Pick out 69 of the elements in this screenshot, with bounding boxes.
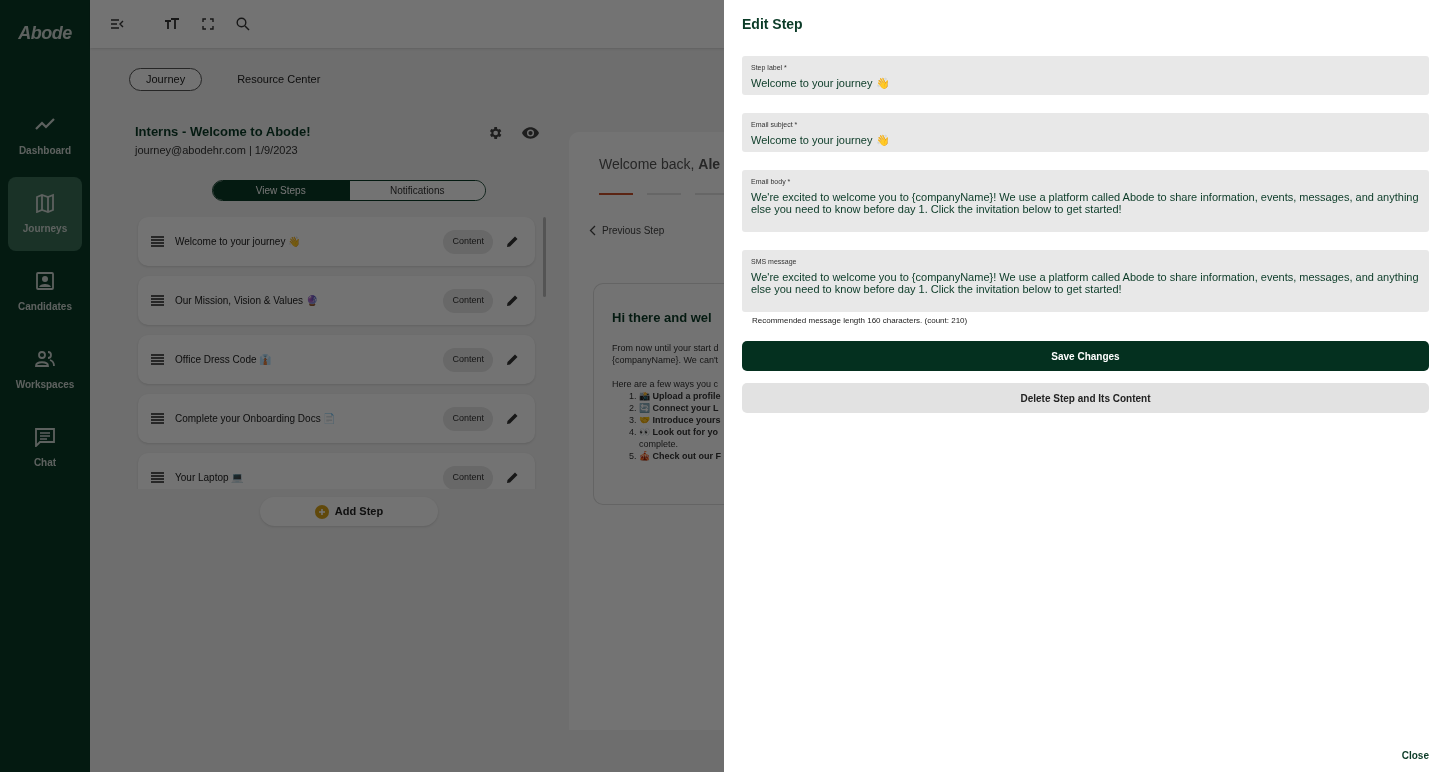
pencil-icon[interactable] <box>506 471 519 484</box>
segment-tab[interactable]: View Steps <box>213 181 349 200</box>
drag-handle-icon[interactable] <box>151 295 164 306</box>
list-item-text: 🤝 Introduce yours <box>639 413 721 426</box>
step-label: Welcome to your journey 👋 <box>175 235 302 249</box>
paragraph-line: {companyName}. We can't <box>612 353 719 366</box>
list-item-text: 📸 Upload a profile <box>639 389 721 402</box>
text-size-icon[interactable] <box>164 17 180 31</box>
drawer-title: Edit Step <box>742 15 804 34</box>
content-tag[interactable]: Content <box>443 347 493 372</box>
greeting: Welcome back, Ale <box>599 155 722 174</box>
content-tag[interactable]: Content <box>443 229 493 254</box>
add-step-button[interactable]: Add Step <box>260 497 438 526</box>
menu-collapse-icon[interactable] <box>110 18 124 30</box>
pencil-icon[interactable] <box>506 294 519 307</box>
step-card[interactable]: Office Dress Code 👔 Content <box>138 335 535 384</box>
save-button[interactable]: Save Changes <box>742 341 1429 371</box>
logo[interactable]: Abode <box>18 20 72 47</box>
delete-button[interactable]: Delete Step and Its Content <box>742 383 1429 413</box>
portrait-icon <box>34 270 56 291</box>
paragraph-line: From now until your start d <box>612 341 719 354</box>
previous-step-link[interactable]: Previous Step <box>602 223 665 238</box>
list-item-text: 🎪 Check out our F <box>639 449 722 462</box>
content-tag[interactable]: Content <box>443 406 493 431</box>
list-number: 1. <box>629 389 638 402</box>
field-hint: Recommended message length 160 characters. (count: 210) <box>752 315 969 327</box>
pencil-icon[interactable] <box>506 353 519 366</box>
list-item-text: 🔄 Connect your L <box>639 401 719 414</box>
step-card[interactable]: Welcome to your journey 👋 Content <box>138 217 535 266</box>
list-number: 2. <box>629 401 638 414</box>
list-number: 3. <box>629 413 638 426</box>
search-icon[interactable] <box>236 17 250 31</box>
pencil-icon[interactable] <box>506 412 519 425</box>
list-number: 4. <box>629 425 638 439</box>
tab[interactable]: Resource Center <box>220 68 338 91</box>
content-tag[interactable]: Content <box>443 288 493 313</box>
settings-icon[interactable] <box>487 125 503 141</box>
chat-bubble-icon <box>34 426 56 447</box>
people-icon <box>34 348 56 369</box>
list-item-text: 👀 Look out for yo <box>639 425 718 438</box>
chevron-left-icon[interactable] <box>589 225 596 236</box>
dim-overlay[interactable] <box>0 0 724 772</box>
drag-handle-icon[interactable] <box>151 472 164 483</box>
tab[interactable]: Journey <box>129 68 203 91</box>
plus-circle-icon <box>314 504 329 519</box>
journey-title: Interns - Welcome to Abode! <box>135 123 312 141</box>
paragraph-line: Here are a few ways you c <box>612 377 719 390</box>
drag-handle-icon[interactable] <box>151 413 164 424</box>
step-label: Complete your Onboarding Docs 📄 <box>175 412 337 426</box>
step-card[interactable]: Your Laptop 💻 Content <box>138 453 535 489</box>
list-number: 5. <box>629 449 638 462</box>
step-card[interactable]: Complete your Onboarding Docs 📄 Content <box>138 394 535 443</box>
drag-handle-icon[interactable] <box>151 236 164 247</box>
content-tag[interactable]: Content <box>443 465 493 489</box>
card-heading: Hi there and wel <box>612 309 712 327</box>
step-label: Our Mission, Vision & Values 🔮 <box>175 294 319 308</box>
nav-item[interactable]: Journeys <box>8 177 82 251</box>
close-button[interactable]: Close <box>1401 748 1429 763</box>
drag-handle-icon[interactable] <box>151 354 164 365</box>
list-item-text: complete. <box>639 437 679 450</box>
step-card[interactable]: Our Mission, Vision & Values 🔮 Content <box>138 276 535 325</box>
step-label: Your Laptop 💻 <box>175 471 245 485</box>
journey-subtitle: journey@abodehr.com | 1/9/2023 <box>135 142 299 158</box>
eye-icon[interactable] <box>522 127 539 139</box>
pencil-icon[interactable] <box>506 235 519 248</box>
step-label: Office Dress Code 👔 <box>175 353 273 367</box>
segment-tab[interactable]: Notifications <box>348 181 485 200</box>
map-icon <box>34 192 56 213</box>
fullscreen-icon[interactable] <box>202 18 214 30</box>
